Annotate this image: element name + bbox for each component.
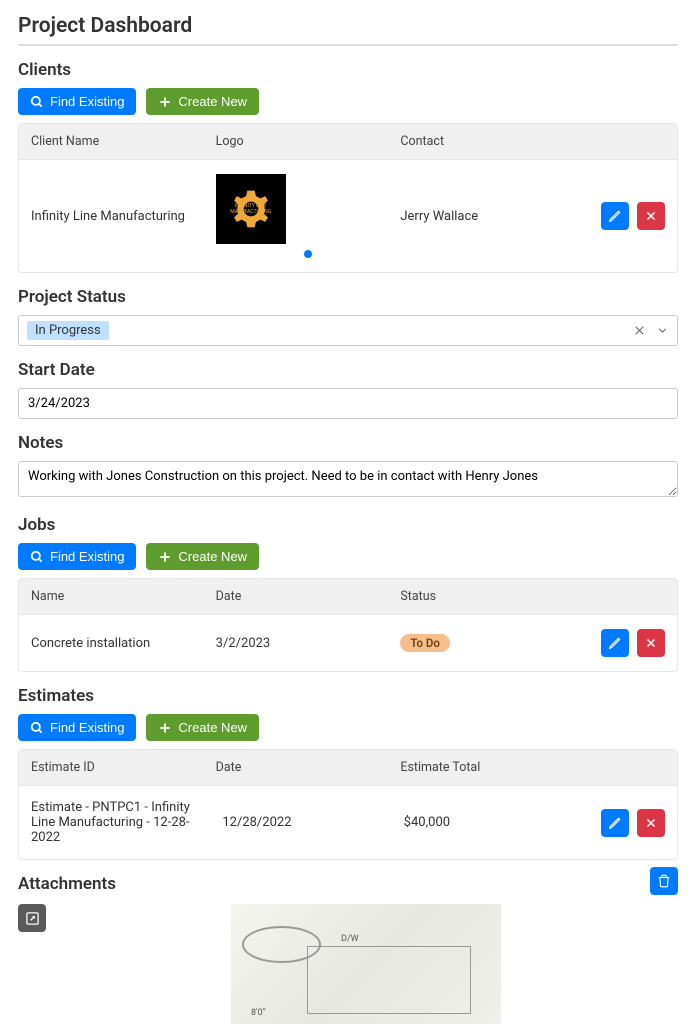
estimates-col-date: Date [216, 760, 401, 775]
clients-table: Client Name Logo Contact Infinity Line M… [18, 123, 678, 273]
clients-col-contact: Contact [400, 134, 585, 149]
estimates-find-existing-label: Find Existing [50, 720, 124, 735]
job-status-badge: To Do [400, 634, 450, 652]
estimate-edit-button[interactable] [601, 809, 629, 837]
estimates-create-new-label: Create New [178, 720, 247, 735]
notes-textarea[interactable] [18, 461, 678, 497]
chevron-down-icon[interactable] [656, 324, 669, 337]
job-date-cell: 3/2/2023 [216, 636, 401, 651]
status-select[interactable]: In Progress [18, 315, 678, 346]
trash-icon [657, 874, 671, 888]
pencil-icon [608, 209, 622, 223]
search-icon [30, 721, 44, 735]
client-logo-text: INFINITY LINE MANUFACTURING [216, 204, 286, 215]
client-contact-cell: Jerry Wallace [400, 209, 585, 224]
pencil-icon [608, 816, 622, 830]
jobs-col-status: Status [400, 589, 585, 604]
pencil-icon [608, 636, 622, 650]
start-date-input[interactable] [18, 388, 678, 419]
clients-create-new-button[interactable]: Create New [146, 88, 259, 115]
attachments-heading: Attachments [18, 874, 116, 894]
jobs-find-existing-label: Find Existing [50, 549, 124, 564]
jobs-create-new-label: Create New [178, 549, 247, 564]
job-delete-button[interactable] [637, 629, 665, 657]
table-row: Infinity Line Manufacturing INFINITY LIN… [19, 160, 677, 272]
estimates-col-total: Estimate Total [400, 760, 585, 775]
clients-col-logo: Logo [216, 134, 401, 149]
clients-find-existing-button[interactable]: Find Existing [18, 88, 136, 115]
estimates-col-id: Estimate ID [31, 760, 216, 775]
estimate-date-cell: 12/28/2022 [222, 815, 403, 830]
estimates-create-new-button[interactable]: Create New [146, 714, 259, 741]
attachments-expand-button[interactable] [18, 904, 46, 932]
jobs-heading: Jobs [18, 515, 678, 535]
plus-icon [158, 721, 172, 735]
search-icon [30, 550, 44, 564]
status-chip: In Progress [27, 321, 109, 340]
start-date-heading: Start Date [18, 360, 678, 380]
jobs-col-name: Name [31, 589, 216, 604]
clients-create-new-label: Create New [178, 94, 247, 109]
table-row: Estimate - PNTPC1 - Infinity Line Manufa… [19, 786, 677, 859]
clients-heading: Clients [18, 60, 678, 80]
close-icon [645, 210, 657, 222]
attachment-image[interactable]: D/W 8'0" [231, 904, 501, 1024]
notes-heading: Notes [18, 433, 678, 453]
client-delete-button[interactable] [637, 202, 665, 230]
estimate-delete-button[interactable] [637, 809, 665, 837]
client-logo[interactable]: INFINITY LINE MANUFACTURING [216, 174, 286, 244]
job-edit-button[interactable] [601, 629, 629, 657]
estimate-id-cell: Estimate - PNTPC1 - Infinity Line Manufa… [31, 800, 222, 845]
page-title: Project Dashboard [18, 14, 678, 46]
plus-icon [158, 95, 172, 109]
estimates-table: Estimate ID Date Estimate Total Estimate… [18, 749, 678, 860]
expand-icon [25, 911, 40, 926]
close-icon [645, 637, 657, 649]
clear-icon[interactable] [633, 324, 646, 337]
clients-col-name: Client Name [31, 134, 216, 149]
clients-find-existing-label: Find Existing [50, 94, 124, 109]
close-icon [645, 817, 657, 829]
estimate-total-cell: $40,000 [404, 815, 585, 830]
jobs-col-date: Date [216, 589, 401, 604]
job-name-cell: Concrete installation [31, 636, 216, 651]
carousel-dot[interactable] [304, 250, 312, 258]
jobs-find-existing-button[interactable]: Find Existing [18, 543, 136, 570]
table-row: Concrete installation 3/2/2023 To Do [19, 615, 677, 671]
status-heading: Project Status [18, 287, 678, 307]
estimates-heading: Estimates [18, 686, 678, 706]
jobs-table: Name Date Status Concrete installation 3… [18, 578, 678, 672]
search-icon [30, 95, 44, 109]
jobs-create-new-button[interactable]: Create New [146, 543, 259, 570]
client-name-cell: Infinity Line Manufacturing [31, 209, 216, 224]
estimates-find-existing-button[interactable]: Find Existing [18, 714, 136, 741]
attachments-trash-button[interactable] [650, 867, 678, 895]
plus-icon [158, 550, 172, 564]
client-edit-button[interactable] [601, 202, 629, 230]
